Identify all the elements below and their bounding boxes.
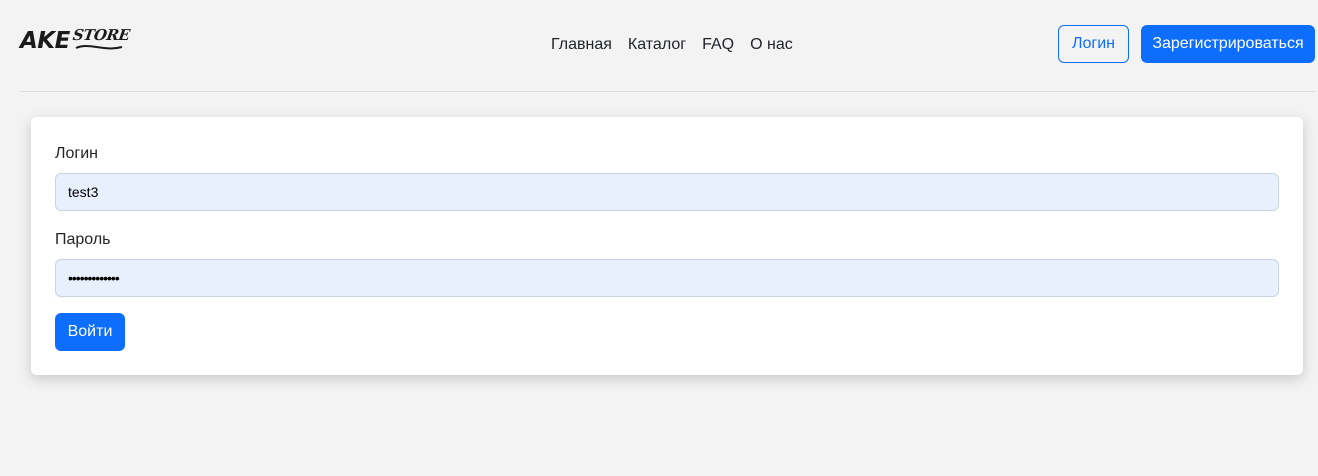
site-header: AKE STORE Главная Каталог FAQ О нас Логи… bbox=[20, 0, 1315, 92]
password-label: Пароль bbox=[55, 231, 111, 248]
logo-swoosh-icon bbox=[75, 45, 123, 50]
submit-button[interactable]: Войти bbox=[55, 313, 125, 351]
logo[interactable]: AKE STORE bbox=[20, 26, 131, 56]
nav-link-about[interactable]: О нас bbox=[750, 35, 793, 55]
nav-link-home[interactable]: Главная bbox=[551, 35, 612, 55]
login-input[interactable]: test3 bbox=[55, 173, 1279, 211]
password-input[interactable]: ••••••••••••• bbox=[55, 259, 1279, 297]
main-nav: Главная Каталог FAQ О нас bbox=[551, 35, 793, 55]
logo-text: AKE bbox=[20, 28, 70, 54]
register-button[interactable]: Зарегистрироваться bbox=[1141, 25, 1315, 63]
nav-link-catalog[interactable]: Каталог bbox=[628, 35, 686, 55]
login-label: Логин bbox=[55, 145, 99, 162]
login-button[interactable]: Логин bbox=[1058, 25, 1129, 63]
nav-link-faq[interactable]: FAQ bbox=[702, 35, 734, 55]
login-form-card: Логин test3 Пароль ••••••••••••• Войти bbox=[31, 117, 1303, 375]
